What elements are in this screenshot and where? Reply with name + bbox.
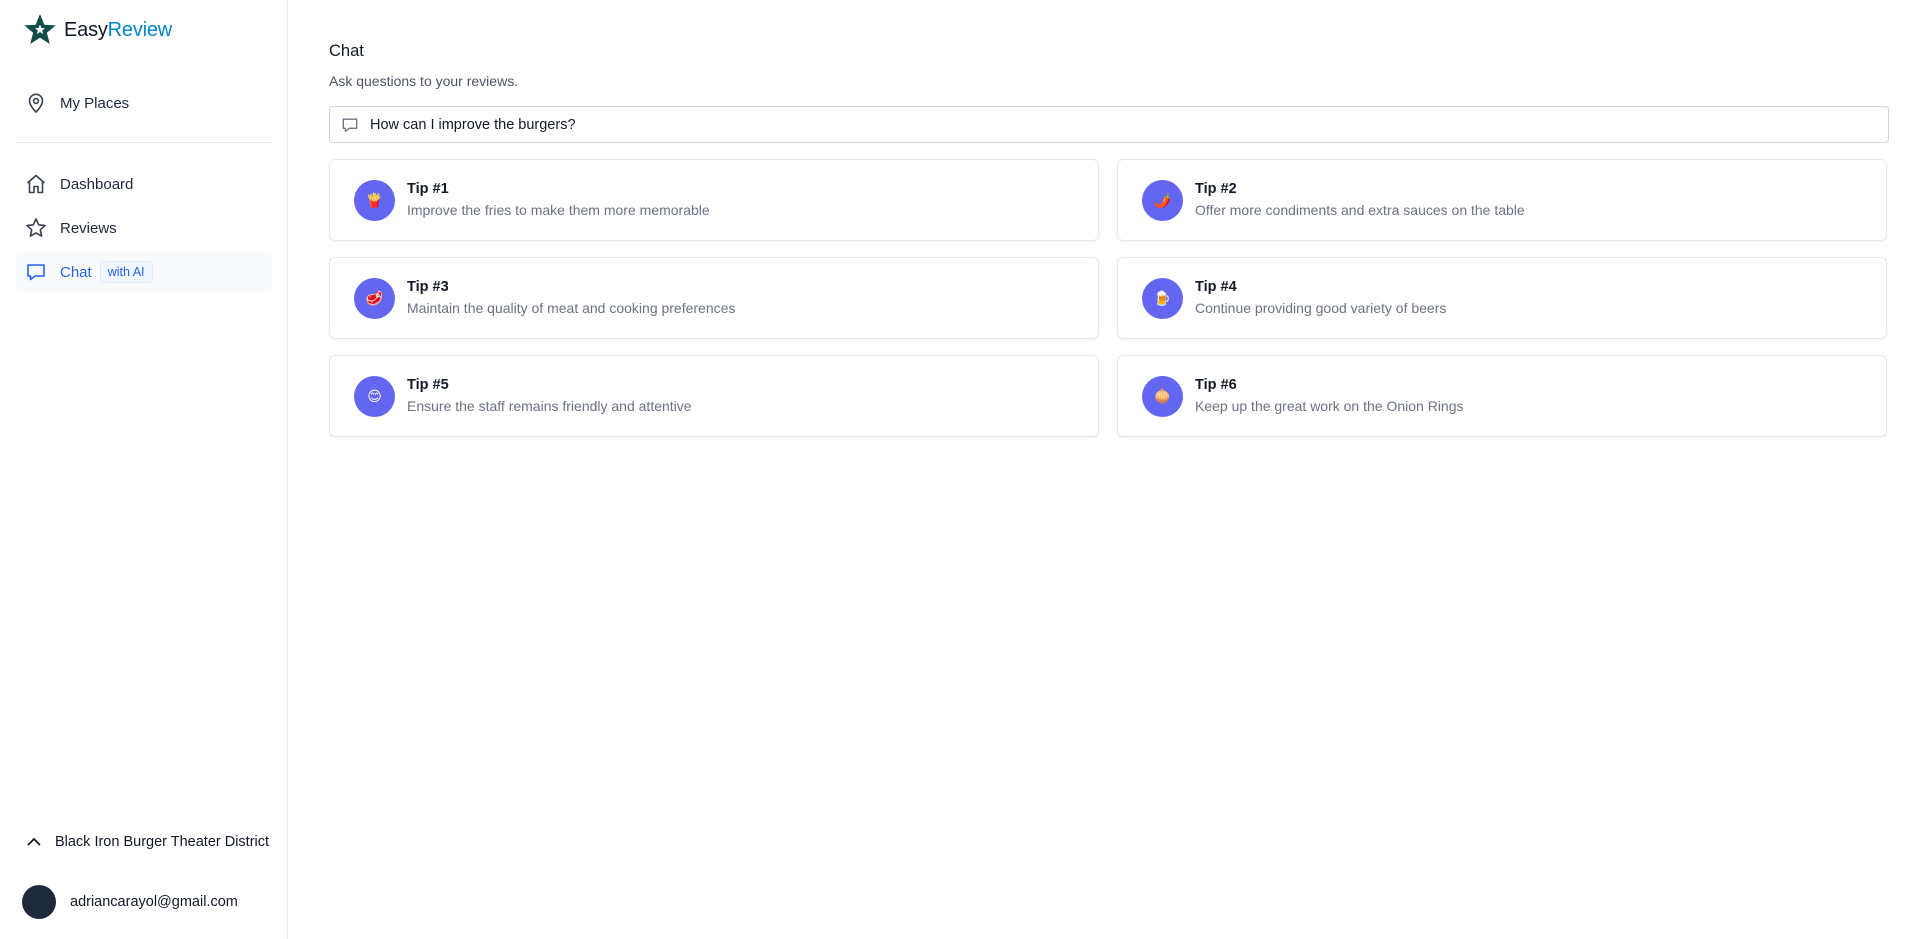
brand-name: EasyReview	[64, 19, 172, 42]
sidebar-item-reviews[interactable]: Reviews	[16, 208, 272, 248]
tip-description: Improve the fries to make them more memo…	[407, 201, 710, 218]
sidebar-item-label: Dashboard	[60, 175, 134, 193]
sidebar-item-chat[interactable]: Chat with AI	[16, 252, 272, 292]
sidebar-item-label: My Places	[60, 94, 130, 112]
beer-mug-icon: 🍺	[1142, 277, 1183, 319]
tips-grid: 🍟 Tip #1 Improve the fries to make them …	[329, 159, 1889, 437]
tip-description: Ensure the staff remains friendly and at…	[407, 397, 692, 414]
brand-name-part1: Easy	[64, 18, 108, 41]
tip-card[interactable]: 🍺 Tip #4 Continue providing good variety…	[1117, 257, 1887, 339]
meat-icon: 🥩	[354, 277, 395, 319]
sidebar-item-label: Chat	[60, 263, 92, 281]
star-logo-icon	[24, 14, 56, 44]
place-name: Black Iron Burger Theater District	[54, 834, 270, 850]
tip-content: Tip #5 Ensure the staff remains friendly…	[407, 376, 692, 417]
map-pin-icon	[28, 93, 44, 114]
tip-title: Tip #3	[407, 278, 449, 295]
chat-input-box[interactable]	[329, 106, 1889, 143]
chat-question-input[interactable]	[370, 116, 1870, 133]
tip-title: Tip #5	[407, 376, 449, 393]
main-content: Chat Ask questions to your reviews. 🍟 Ti…	[288, 0, 1920, 939]
tip-description: Continue providing good variety of beers	[1195, 299, 1447, 316]
page-subtitle: Ask questions to your reviews.	[329, 73, 519, 89]
tip-content: Tip #2 Offer more condiments and extra s…	[1195, 180, 1525, 221]
chat-bubble-icon	[27, 264, 45, 281]
home-icon	[26, 174, 46, 194]
star-icon	[26, 218, 46, 237]
app-root: EasyReview My Places Dashboard Reviews C…	[0, 0, 1920, 939]
place-toggle-button[interactable]	[16, 824, 52, 860]
brand-name-part2: Review	[107, 18, 173, 41]
tip-content: Tip #6 Keep up the great work on the Oni…	[1195, 376, 1464, 417]
smiley-icon: 😊	[354, 375, 395, 417]
brand-logo[interactable]: EasyReview	[22, 12, 172, 48]
tip-title: Tip #4	[1195, 278, 1237, 295]
tip-description: Offer more condiments and extra sauces o…	[1195, 201, 1525, 218]
tip-title: Tip #2	[1195, 180, 1237, 197]
place-selector[interactable]: Black Iron Burger Theater District	[16, 820, 272, 864]
tip-card[interactable]: 😊 Tip #5 Ensure the staff remains friend…	[329, 355, 1099, 437]
avatar	[22, 885, 56, 919]
sidebar: EasyReview My Places Dashboard Reviews C…	[0, 0, 288, 939]
user-email: adriancarayol@gmail.com	[70, 894, 238, 910]
tip-content: Tip #3 Maintain the quality of meat and …	[407, 278, 735, 319]
sidebar-item-label: Reviews	[60, 219, 117, 237]
sidebar-item-my-places[interactable]: My Places	[16, 83, 272, 123]
ai-badge: with AI	[99, 261, 153, 283]
chevron-up-icon	[27, 837, 41, 846]
chili-pepper-icon: 🌶️	[1142, 179, 1183, 221]
chat-bubble-icon	[342, 118, 358, 132]
tip-description: Maintain the quality of meat and cooking…	[407, 299, 736, 316]
user-account[interactable]: adriancarayol@gmail.com	[22, 885, 238, 919]
sidebar-divider	[16, 142, 272, 143]
tip-card[interactable]: 🥩 Tip #3 Maintain the quality of meat an…	[329, 257, 1099, 339]
tip-card[interactable]: 🌶️ Tip #2 Offer more condiments and extr…	[1117, 159, 1887, 241]
tip-content: Tip #4 Continue providing good variety o…	[1195, 278, 1446, 319]
tip-content: Tip #1 Improve the fries to make them mo…	[407, 180, 710, 221]
page-title: Chat	[329, 42, 364, 60]
tip-title: Tip #6	[1195, 376, 1237, 393]
tip-description: Keep up the great work on the Onion Ring…	[1195, 397, 1464, 414]
onion-icon: 🧅	[1142, 375, 1183, 417]
tip-card[interactable]: 🍟 Tip #1 Improve the fries to make them …	[329, 159, 1099, 241]
fries-icon: 🍟	[354, 179, 395, 221]
tip-card[interactable]: 🧅 Tip #6 Keep up the great work on the O…	[1117, 355, 1887, 437]
tip-title: Tip #1	[407, 180, 449, 197]
sidebar-item-dashboard[interactable]: Dashboard	[16, 164, 272, 204]
